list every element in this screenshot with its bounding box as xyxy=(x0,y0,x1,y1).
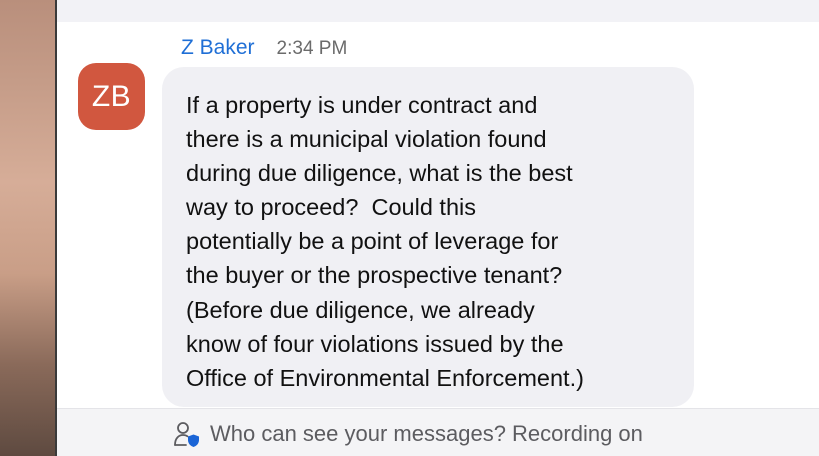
message-bubble[interactable]: If a property is under contract and ther… xyxy=(162,67,694,407)
message-text-line: there is a municipal violation found xyxy=(186,126,547,153)
message-text-line: If a property is under contract and xyxy=(186,92,538,118)
previous-message-edge xyxy=(57,0,819,22)
sender-name[interactable]: Z Baker xyxy=(181,36,255,60)
message-text-line: potentially be a point of leverage for xyxy=(186,228,559,255)
message-text-line: (Before due diligence, we already xyxy=(186,296,535,323)
message-text-line: the buyer or the prospective tenant? xyxy=(186,262,563,289)
privacy-text: Who can see your messages? Recording on xyxy=(210,421,643,446)
user-shield-icon xyxy=(174,422,199,447)
message-text-line: during due diligence, what is the best xyxy=(186,160,573,187)
message-header: Z Baker 2:34 PM xyxy=(181,36,347,64)
message-text-line: Office of Environmental Enforcement.) xyxy=(186,364,584,391)
message-text-line: know of four violations issued by the xyxy=(186,330,564,357)
video-background-strip xyxy=(0,0,57,456)
avatar[interactable]: ZB xyxy=(78,63,145,130)
avatar-initials: ZB xyxy=(91,79,132,113)
message-privacy-link[interactable]: Who can see your messages? Recording on xyxy=(172,418,643,450)
message-timestamp: 2:34 PM xyxy=(276,38,348,59)
message-text-line: way to proceed? Could this xyxy=(186,194,476,221)
